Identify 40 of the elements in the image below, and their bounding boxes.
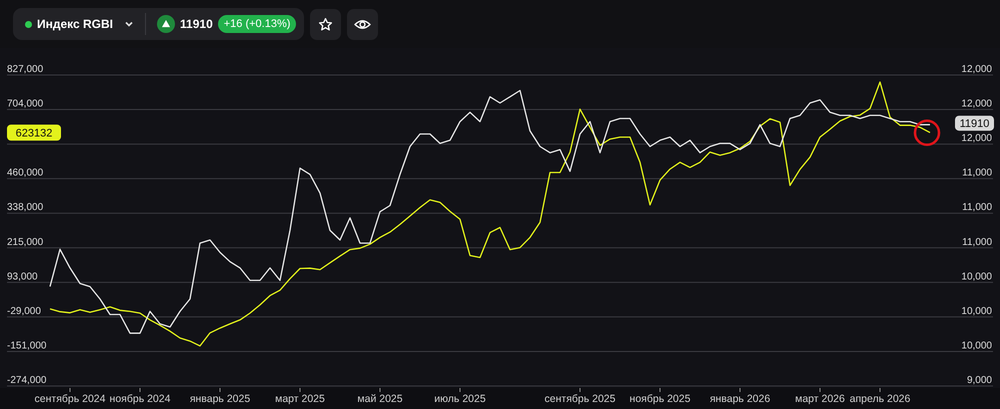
axis-tick-label: 704,000 <box>7 98 44 110</box>
axis-tick-label: 11,000 <box>962 168 992 179</box>
axis-tick-label: январь 2026 <box>710 393 770 405</box>
axis-tick-label: апрель 2026 <box>850 393 910 405</box>
axis-tick-label: март 2026 <box>795 393 845 405</box>
axis-tick-label: 338,000 <box>7 202 44 214</box>
favorite-button[interactable] <box>310 8 342 40</box>
axis-tick-label: 11,000 <box>962 236 992 248</box>
axis-tick-label: ноябрь 2024 <box>110 393 170 405</box>
axis-tick-label: сентябрь 2025 <box>544 393 616 405</box>
axis-tick-label: май 2025 <box>357 393 403 405</box>
axis-tick-label: ноябрь 2025 <box>630 393 690 405</box>
axis-tick-label: 12,000 <box>961 64 992 75</box>
axis-tick-label: 10,000 <box>961 271 992 282</box>
chevron-down-icon[interactable] <box>124 20 134 28</box>
axis-tick-label: -151,000 <box>7 340 46 352</box>
axis-tick-label: 460,000 <box>7 168 44 179</box>
axis-tick-label: 12,000 <box>961 133 992 144</box>
star-icon <box>318 16 334 32</box>
axis-tick-label: -29,000 <box>7 306 41 317</box>
axis-tick-label: январь 2025 <box>190 393 250 405</box>
axis-tick-label: -274,000 <box>7 375 46 386</box>
axis-tick-label: 11,000 <box>962 202 992 214</box>
instrument-name[interactable]: Индекс RGBI <box>37 17 114 31</box>
change-badge: +16 (+0.13%) <box>218 15 296 33</box>
axis-tick-label: март 2025 <box>275 393 325 405</box>
last-value-label: 11910 <box>955 116 994 131</box>
eye-icon <box>354 18 372 30</box>
axis-tick-label: сентябрь 2024 <box>34 393 106 405</box>
axis-tick-label: июль 2025 <box>434 393 486 405</box>
axis-tick-label: 10,000 <box>961 340 992 352</box>
axis-tick-label: 10,000 <box>961 306 992 317</box>
price-value: 11910 <box>180 17 213 31</box>
last-value-label: 623132 <box>7 124 61 141</box>
axis-tick-label: 827,000 <box>7 64 44 75</box>
axis-tick-label: 215,000 <box>7 236 44 248</box>
axis-tick-label: 12,000 <box>961 98 992 110</box>
axis-tick-label: 93,000 <box>7 271 38 282</box>
axis-tick-label: 9,000 <box>966 375 992 386</box>
visibility-button[interactable] <box>347 8 378 40</box>
